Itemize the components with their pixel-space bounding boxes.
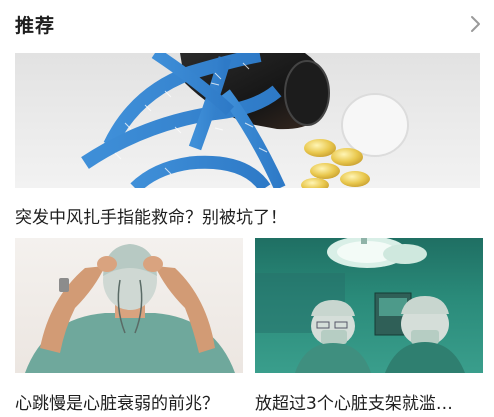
article-title[interactable]: 突发中风扎手指能救命？别被坑了！ [15,203,485,228]
article-thumbnail[interactable] [15,53,480,188]
operating-room-image [255,238,465,373]
section-title: 推荐 [15,15,56,37]
measuring-tape-image [81,53,409,188]
article-title[interactable]: 心跳慢是心脏衰弱的前兆？ [15,389,247,414]
article-title[interactable]: 放超过3个心脏支架就滥… [255,389,483,414]
surgeon-image [25,244,235,373]
article-thumbnail[interactable] [255,238,483,373]
section-header: 推荐 [0,0,494,48]
chevron-right-icon [471,16,480,32]
more-button[interactable] [466,12,486,36]
article-thumbnail[interactable] [15,238,243,373]
